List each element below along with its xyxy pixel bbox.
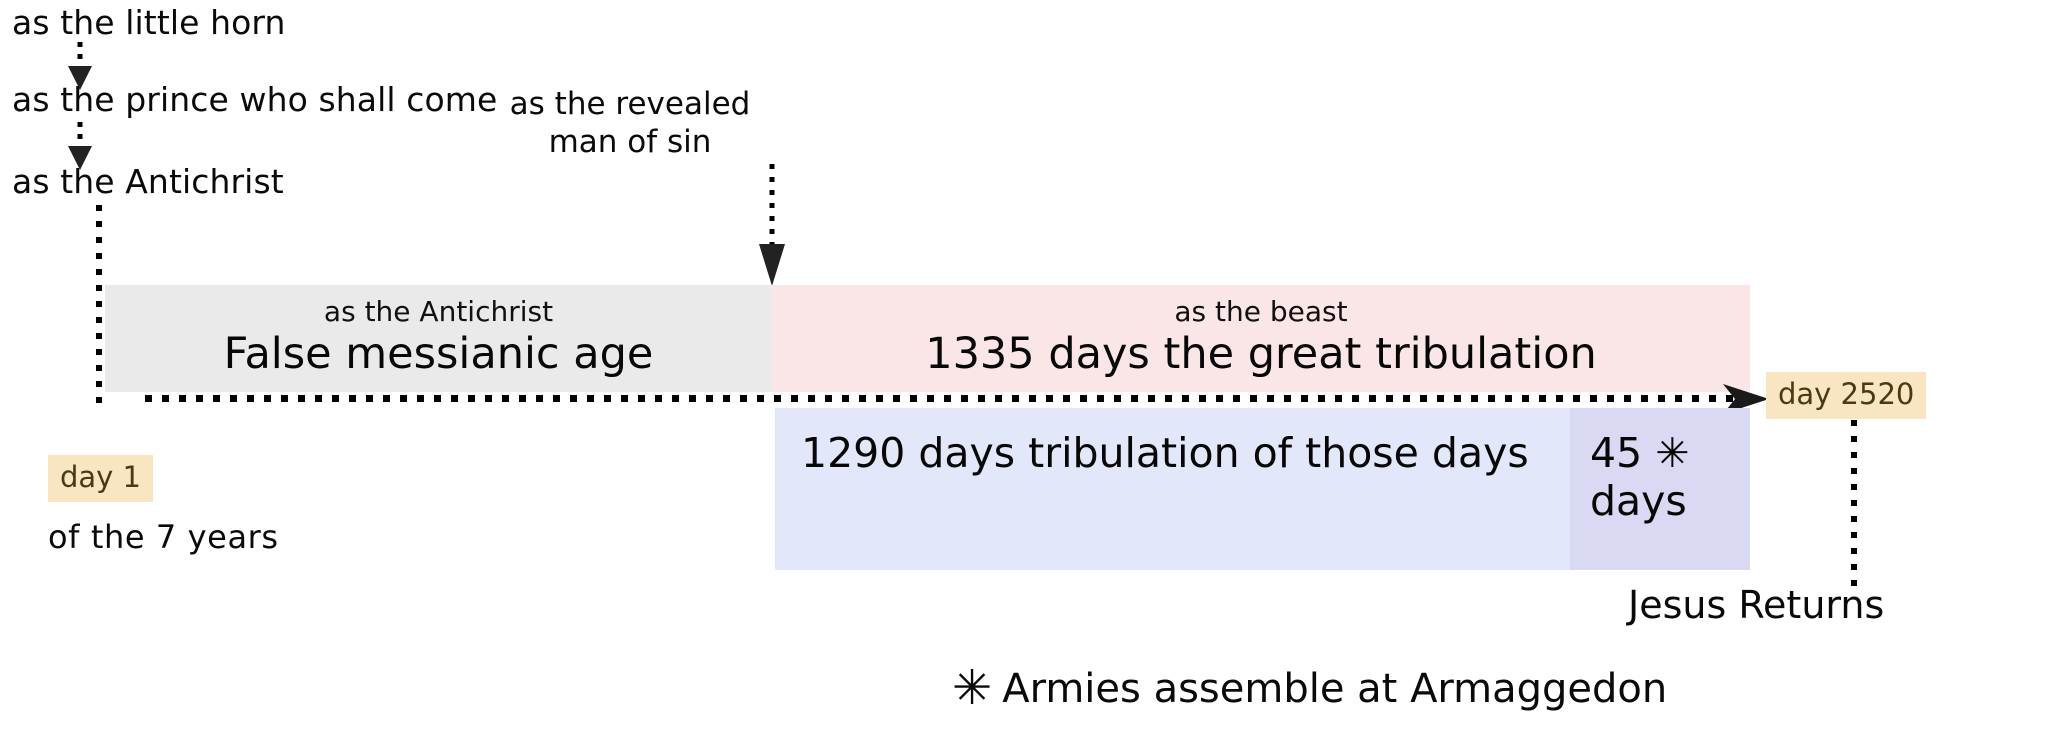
footnote-armageddon: ✳ Armies assemble at Armaggedon (952, 660, 1667, 716)
timeline-diagram: as the little horn as the prince who sha… (0, 0, 2048, 752)
caption-of-the-7-years: of the 7 years (48, 518, 279, 556)
day-marker-2520: day 2520 (1766, 372, 1927, 419)
bar-label-1290-days: 1290 days tribulation of those days (801, 429, 1529, 477)
bar-label-as-the-beast: as the beast (1174, 295, 1348, 328)
bar-tribulation-of-those-days: 1290 days tribulation of those days (775, 408, 1570, 570)
bar-label-false-messianic-age: False messianic age (223, 329, 654, 379)
timeline-dotted-axis (145, 395, 1745, 402)
footnote-text: Armies assemble at Armaggedon (1002, 666, 1668, 712)
bar-label-45-star: 45 ✳ (1590, 429, 1690, 477)
label-as-the-antichrist-top: as the Antichrist (12, 162, 284, 201)
label-as-the-little-horn: as the little horn (12, 3, 286, 42)
label-as-the-revealed-man-of-sin: as the revealed man of sin (480, 86, 780, 162)
label-as-the-prince-who-shall-come: as the prince who shall come (12, 80, 498, 119)
bar-label-as-the-antichrist: as the Antichrist (323, 295, 554, 328)
start-marker-dotted-line (96, 205, 102, 405)
asterisk-icon: ✳ (952, 660, 993, 716)
bar-label-45-days: days (1590, 477, 1687, 525)
bar-45-days: 45 ✳ days (1570, 408, 1750, 570)
bar-label-1335-days-great-tribulation: 1335 days the great tribulation (925, 329, 1597, 379)
center-note-line-1: as the revealed (509, 86, 751, 122)
day-marker-1: day 1 (48, 455, 154, 502)
caption-jesus-returns: Jesus Returns (1628, 583, 1885, 627)
bar-great-tribulation: as the beast 1335 days the great tribula… (772, 285, 1750, 392)
bar-false-messianic-age: as the Antichrist False messianic age (105, 285, 772, 392)
center-note-line-2: man of sin (548, 123, 712, 160)
down-arrow-icon (759, 164, 785, 286)
jesus-returns-dotted-line (1851, 420, 1857, 595)
